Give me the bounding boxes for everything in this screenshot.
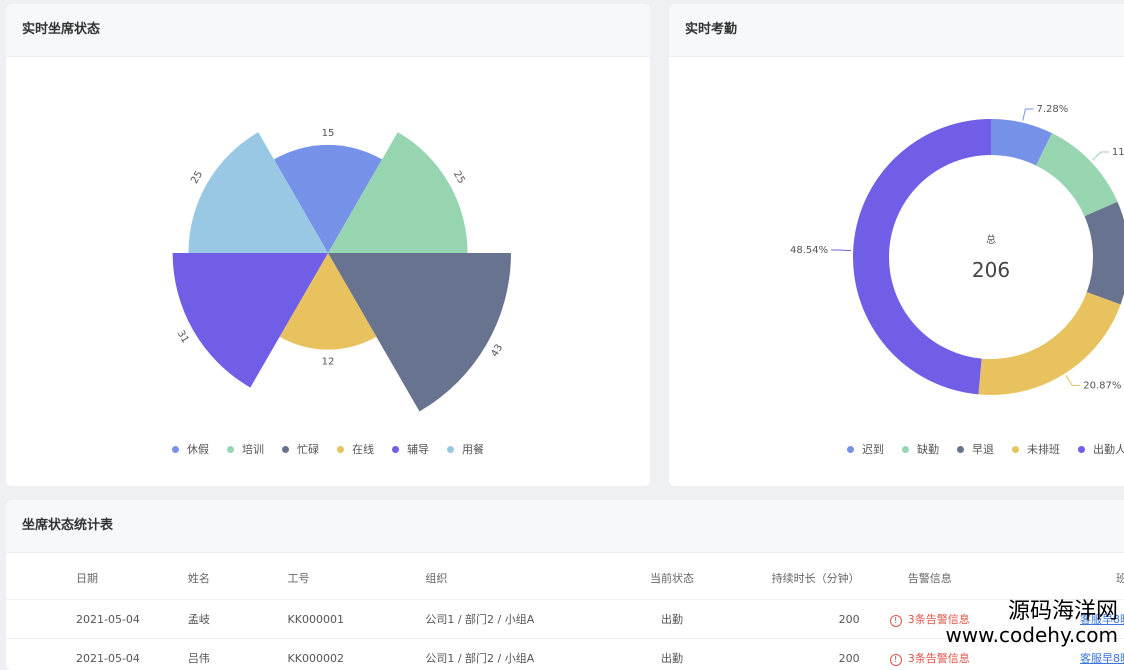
donut-percent-label: 48.54%: [790, 245, 828, 256]
donut-percent-label: 20.87%: [1083, 380, 1121, 391]
legend-label: 培训: [242, 441, 264, 457]
donut-percent-label: 11.17: [1112, 147, 1124, 158]
donut-label-line: [1023, 109, 1034, 121]
donut-label-line: [1092, 152, 1109, 160]
table-cell: KK000002: [288, 639, 426, 670]
column-header[interactable]: 组织: [425, 557, 613, 600]
legend-dot: [282, 446, 289, 453]
rose-value-label: 31: [175, 329, 191, 346]
legend-item-在线[interactable]: 在线: [337, 441, 374, 457]
table-cell: 200: [731, 600, 860, 639]
table-cell: 2021-05-04: [6, 600, 188, 639]
attendance-title: 实时考勤: [669, 4, 1124, 57]
legend-label: 辅导: [407, 441, 429, 457]
table-cell: 200: [731, 639, 860, 670]
table-cell: 孟岐: [188, 600, 288, 639]
column-header[interactable]: 日期: [6, 557, 188, 600]
table-cell: 吕伟: [188, 639, 288, 670]
attendance-donut-chart: 7.28% 11.17 20.87% 48.54% 总 206: [669, 57, 1124, 427]
donut-label-line: [831, 250, 851, 251]
legend-item-出勤人[interactable]: 出勤人: [1078, 441, 1124, 457]
rose-value-label: 12: [322, 357, 335, 368]
attendance-panel: 实时考勤 7.28% 11.17 20.87% 48.54% 总 206 迟到 缺勤 早退 未排…: [669, 4, 1124, 486]
legend-item-休假[interactable]: 休假: [172, 441, 209, 457]
legend-label: 迟到: [862, 441, 884, 457]
rose-value-label: 15: [322, 128, 335, 139]
legend-dot: [957, 446, 964, 453]
watermark-line2: www.codehy.com: [945, 624, 1118, 646]
column-header[interactable]: 工号: [288, 557, 426, 600]
warning-icon: !: [890, 654, 902, 666]
legend-label: 在线: [352, 441, 374, 457]
donut-center-label: 总: [986, 233, 996, 246]
alert-text[interactable]: 3条告警信息: [908, 652, 970, 665]
column-header[interactable]: 告警信息: [861, 557, 1000, 600]
table-title: 坐席状态统计表: [6, 500, 1124, 553]
legend-dot: [447, 446, 454, 453]
legend-dot: [392, 446, 399, 453]
column-header[interactable]: 持续时长（分钟）: [731, 557, 860, 600]
legend-item-迟到[interactable]: 迟到: [847, 441, 884, 457]
legend-item-早退[interactable]: 早退: [957, 441, 994, 457]
table-header-row: 日期姓名工号组织当前状态持续时长（分钟）告警信息班次: [6, 557, 1124, 600]
donut-percent-label: 7.28%: [1036, 104, 1068, 115]
legend-label: 用餐: [462, 441, 484, 457]
table-cell: 公司1 / 部门2 / 小组A: [425, 639, 613, 670]
table-cell: 2021-05-04: [6, 639, 188, 670]
legend-dot: [1012, 446, 1019, 453]
donut-center-value: 206: [972, 258, 1010, 282]
legend-label: 出勤人: [1093, 441, 1124, 457]
seat-status-legend: 休假 培训 忙碌 在线 辅导 用餐: [172, 441, 502, 457]
seat-status-panel: 实时坐席状态 15 25 43 12 31 25 休假 培训 忙碌 在线 辅导 用餐: [6, 4, 650, 486]
warning-icon: !: [890, 615, 902, 627]
donut-segment-缺勤: [1036, 133, 1117, 216]
legend-dot: [902, 446, 909, 453]
legend-label: 未排班: [1027, 441, 1060, 457]
legend-label: 缺勤: [917, 441, 939, 457]
legend-dot: [227, 446, 234, 453]
rose-value-label: 25: [451, 169, 467, 186]
legend-dot: [172, 446, 179, 453]
legend-item-用餐[interactable]: 用餐: [447, 441, 484, 457]
attendance-legend: 迟到 缺勤 早退 未排班 出勤人: [847, 441, 1124, 457]
legend-label: 忙碌: [297, 441, 319, 457]
donut-label-line: [1066, 375, 1080, 385]
seat-status-rose-chart: 15 25 43 12 31 25: [6, 57, 650, 427]
table-cell: 出勤: [614, 639, 731, 670]
legend-label: 早退: [972, 441, 994, 457]
shift-link[interactable]: 客服早8晚6: [1080, 652, 1124, 665]
table-cell: 公司1 / 部门2 / 小组A: [425, 600, 613, 639]
legend-item-未排班[interactable]: 未排班: [1012, 441, 1060, 457]
watermark: 源码海洋网 www.codehy.com: [945, 600, 1118, 646]
donut-segment-出勤人: [853, 119, 991, 394]
seat-status-title: 实时坐席状态: [6, 4, 650, 57]
legend-item-培训[interactable]: 培训: [227, 441, 264, 457]
watermark-line1: 源码海洋网: [945, 600, 1118, 624]
donut-segment-早退: [1084, 202, 1124, 305]
column-header[interactable]: 姓名: [188, 557, 288, 600]
column-header[interactable]: 当前状态: [614, 557, 731, 600]
legend-dot: [1078, 446, 1085, 453]
legend-label: 休假: [187, 441, 209, 457]
rose-value-label: 25: [189, 169, 205, 186]
legend-item-忙碌[interactable]: 忙碌: [282, 441, 319, 457]
table-cell: 出勤: [614, 600, 731, 639]
column-header[interactable]: 班次: [1000, 557, 1124, 600]
legend-item-辅导[interactable]: 辅导: [392, 441, 429, 457]
legend-item-缺勤[interactable]: 缺勤: [902, 441, 939, 457]
legend-dot: [337, 446, 344, 453]
rose-value-label: 43: [489, 342, 505, 359]
legend-dot: [847, 446, 854, 453]
table-cell: KK000001: [288, 600, 426, 639]
